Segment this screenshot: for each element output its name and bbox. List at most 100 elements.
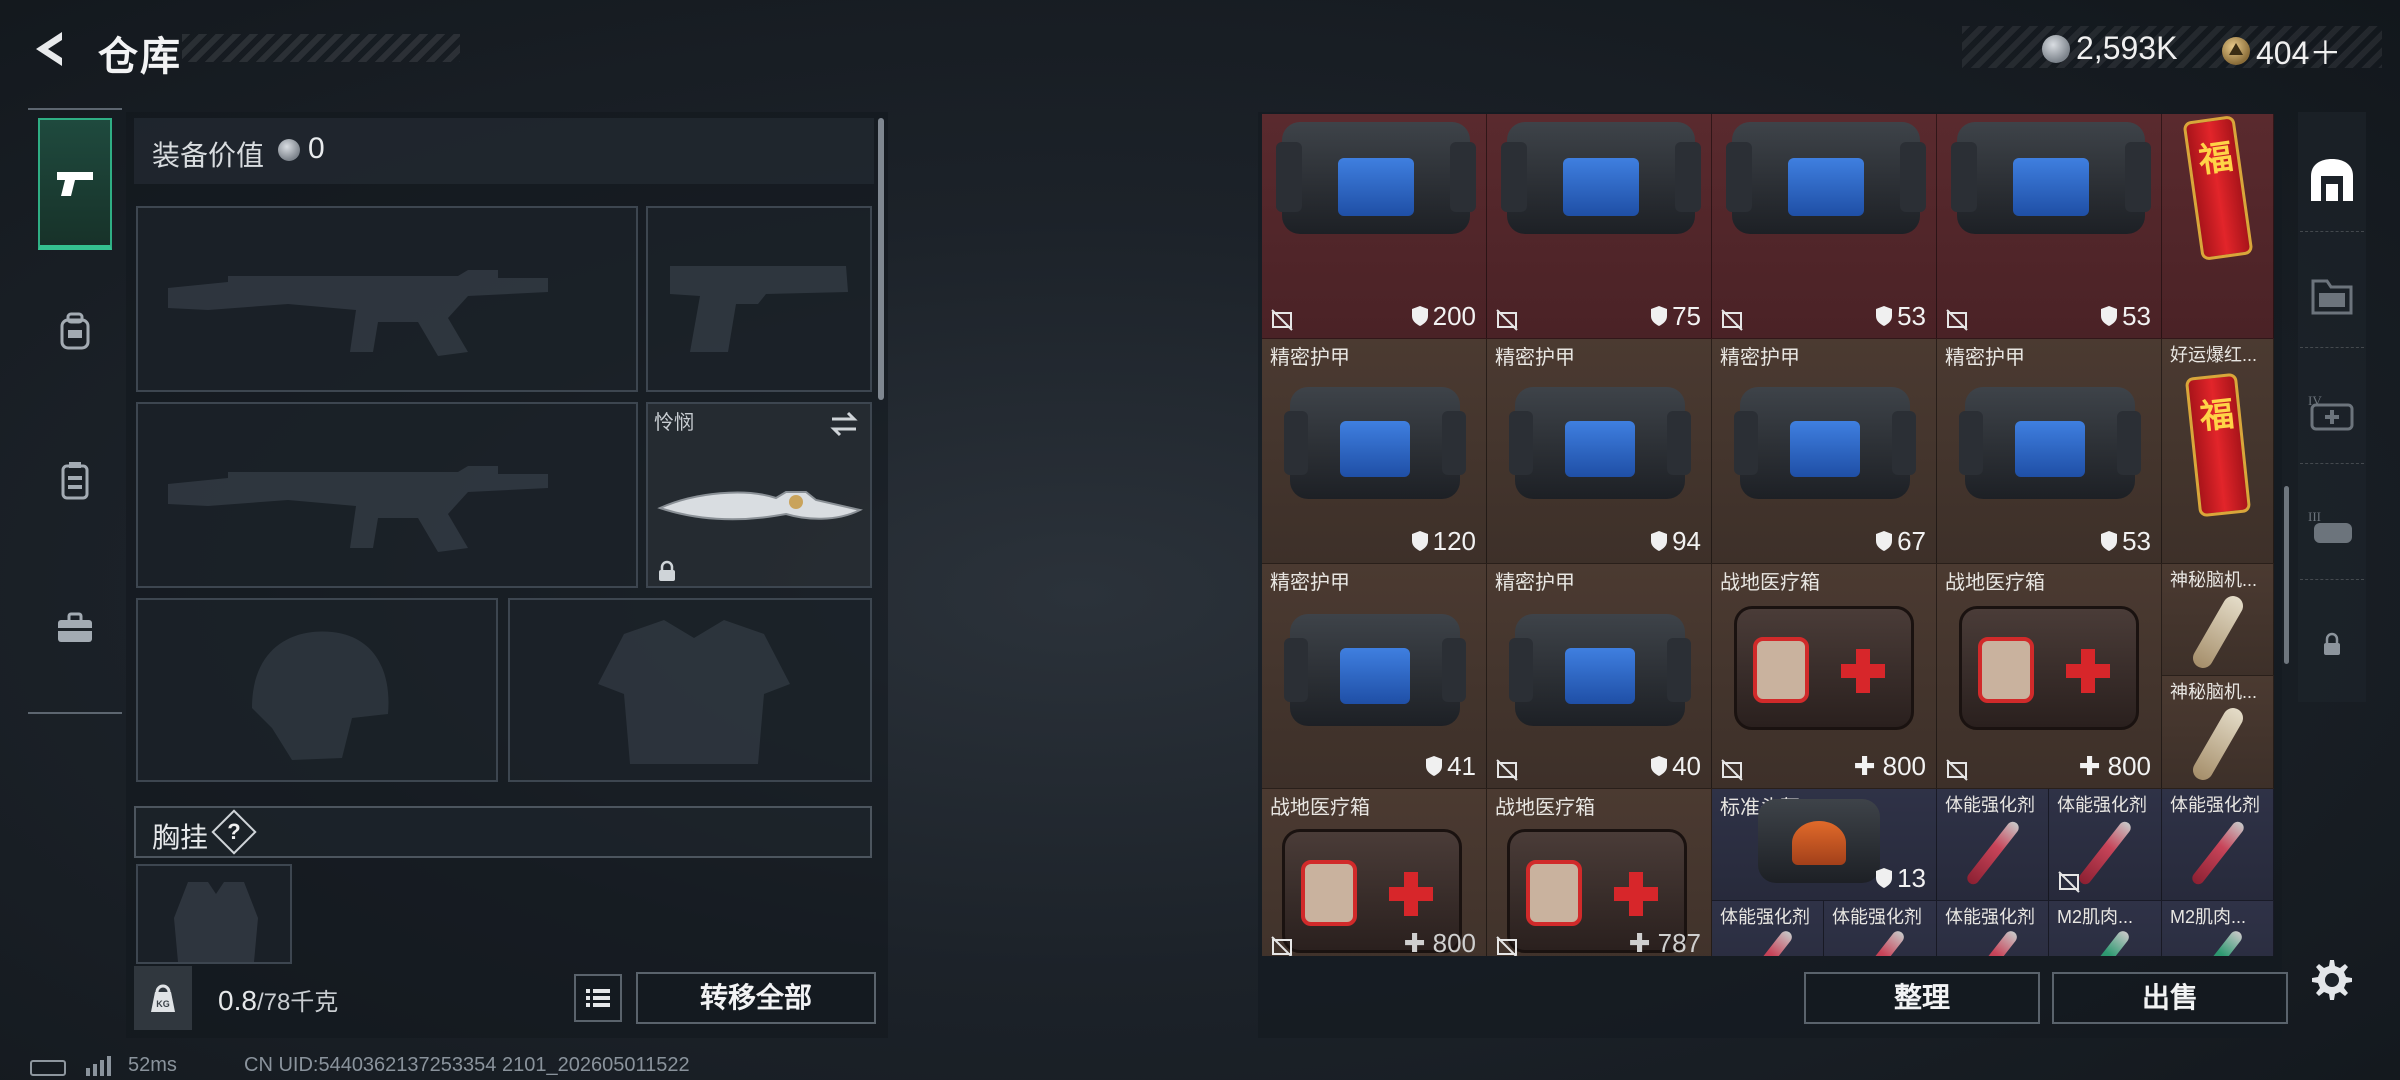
stash-house-icon (2311, 158, 2353, 201)
no-drop-icon (1721, 759, 1743, 781)
stash-item[interactable]: M2肌肉... (2049, 901, 2162, 956)
armor-bag-icon (1276, 122, 1476, 234)
armor-bag-icon (1509, 614, 1691, 726)
filter-gear[interactable] (2300, 244, 2364, 348)
signal-icon (86, 1056, 111, 1076)
stash-item[interactable]: 体能强化剂 (2162, 789, 2274, 901)
item-durability: 13 (1875, 863, 1926, 894)
armor-bag-icon (1501, 122, 1701, 234)
gear-icon[interactable] (2308, 956, 2352, 1000)
medkit-filter-icon: IV (2308, 393, 2354, 430)
shield-icon (2101, 531, 2118, 551)
sort-button[interactable]: 整理 (1804, 972, 2040, 1024)
stash-item[interactable]: M2肌肉... (2162, 901, 2274, 956)
stash-item[interactable]: 好运爆红... 福 (2162, 339, 2274, 564)
body-armor-slot[interactable] (508, 598, 872, 782)
shield-icon (1876, 868, 1893, 888)
armor-bag-icon (1959, 387, 2141, 499)
help-icon[interactable]: ? (218, 816, 250, 848)
stash-item[interactable]: 战地医疗箱 ✚ 800 (1937, 564, 2162, 789)
stash-item[interactable]: 精密护甲 53 (1937, 339, 2162, 564)
item-durability: 40 (1650, 751, 1701, 782)
sell-button[interactable]: 出售 (2052, 972, 2288, 1024)
stash-item[interactable]: 精密护甲 41 (1262, 564, 1487, 789)
gold-currency[interactable]: 404＋ (2222, 28, 2341, 74)
no-drop-icon (1496, 936, 1518, 956)
weight-unit-text: KG (156, 999, 170, 1009)
pistol-icon (57, 171, 93, 196)
helmet-bag-icon (1758, 799, 1880, 883)
stash-item[interactable]: 神秘脑机... (2162, 676, 2274, 789)
item-uses: ✚ 800 (1853, 751, 1926, 781)
stash-item[interactable]: 标准头盔 13 (1712, 789, 1937, 901)
filter-all-items[interactable] (2300, 128, 2364, 232)
rail-item-toolbox[interactable] (38, 562, 112, 694)
syringe-icon (2078, 928, 2132, 956)
stash-item[interactable]: 体能强化剂 (1937, 901, 2049, 956)
stash-item[interactable]: 体能强化剂 (1712, 901, 1824, 956)
shield-icon (1876, 531, 1893, 551)
shield-icon (1426, 756, 1443, 776)
swap-icon[interactable] (828, 410, 860, 438)
armor-bag-icon (1726, 122, 1926, 234)
silver-currency[interactable]: 2,593K (2042, 28, 2177, 67)
melee-slot[interactable]: 怜悯 (646, 402, 872, 588)
plus-icon: ✚ (1853, 751, 1876, 781)
stash-item[interactable]: 53 (1712, 114, 1937, 339)
rifle-silhouette-icon (168, 270, 548, 356)
item-durability: 53 (1875, 301, 1926, 332)
filter-meds[interactable]: IV (2300, 360, 2364, 464)
stash-item[interactable]: 精密护甲 120 (1262, 339, 1487, 564)
firecracker-icon: 福 (2184, 372, 2252, 518)
no-drop-icon (2058, 871, 2080, 893)
stash-item[interactable]: 精密护甲 40 (1487, 564, 1712, 789)
shield-icon (1651, 306, 1668, 326)
shield-icon (2101, 306, 2118, 326)
title-decoration (182, 34, 460, 62)
stash-item[interactable]: 战地医疗箱 ✚ 800 (1712, 564, 1937, 789)
gold-coin-icon (2222, 37, 2250, 65)
item-durability: 200 (1411, 301, 1476, 332)
rail-item-container[interactable] (38, 414, 112, 546)
rail-item-weapons[interactable] (38, 118, 112, 250)
filter-armor[interactable]: III (2300, 476, 2364, 580)
ping-readout: 52ms (128, 1054, 177, 1076)
stash-item[interactable]: 战地医疗箱 ✚ 787 (1487, 789, 1712, 956)
shield-icon (1651, 531, 1668, 551)
stash-item[interactable]: 体能强化剂 (2049, 789, 2162, 901)
chest-rig-slot[interactable] (136, 864, 292, 964)
lock-icon (659, 560, 675, 581)
secondary-weapon-slot[interactable] (136, 402, 638, 588)
helmet-slot[interactable] (136, 598, 498, 782)
primary-weapon-slot[interactable] (136, 206, 638, 392)
stash-item[interactable]: 体能强化剂 (1937, 789, 2049, 901)
stash-item[interactable]: 精密护甲 94 (1487, 339, 1712, 564)
battery-icon (30, 1060, 66, 1076)
item-uses: ✚ 800 (2078, 751, 2151, 781)
stash-item[interactable]: 体能强化剂 (1824, 901, 1937, 956)
item-durability: 41 (1425, 751, 1476, 782)
rail-item-backpack[interactable] (38, 266, 112, 398)
stash-scrollbar[interactable] (2284, 486, 2289, 664)
item-durability: 53 (2100, 526, 2151, 557)
kettlebell-icon: KG (151, 984, 175, 1012)
list-view-button[interactable] (574, 974, 622, 1022)
loadout-scrollbar[interactable] (878, 118, 884, 400)
stash-item[interactable]: 精密护甲 67 (1712, 339, 1937, 564)
stash-item[interactable]: 福 (2162, 114, 2274, 339)
transfer-all-button[interactable]: 转移全部 (636, 972, 876, 1024)
sidearm-slot[interactable] (646, 206, 872, 392)
back-arrow-icon[interactable] (26, 26, 72, 72)
no-drop-icon (1496, 309, 1518, 331)
weight-icon-box: KG (134, 966, 192, 1030)
stash-item[interactable]: 75 (1487, 114, 1712, 339)
no-drop-icon (1271, 309, 1293, 331)
stash-item[interactable]: 战地医疗箱 ✚ 800 (1262, 789, 1487, 956)
filter-locked[interactable] (2300, 592, 2364, 696)
stash-item[interactable]: 200 (1262, 114, 1487, 339)
plus-icon: ✚ (1628, 928, 1651, 956)
shield-icon (1876, 306, 1893, 326)
stash-item[interactable]: 53 (1937, 114, 2162, 339)
stash-item[interactable]: 神秘脑机... (2162, 564, 2274, 676)
briefcase-icon (58, 612, 92, 642)
